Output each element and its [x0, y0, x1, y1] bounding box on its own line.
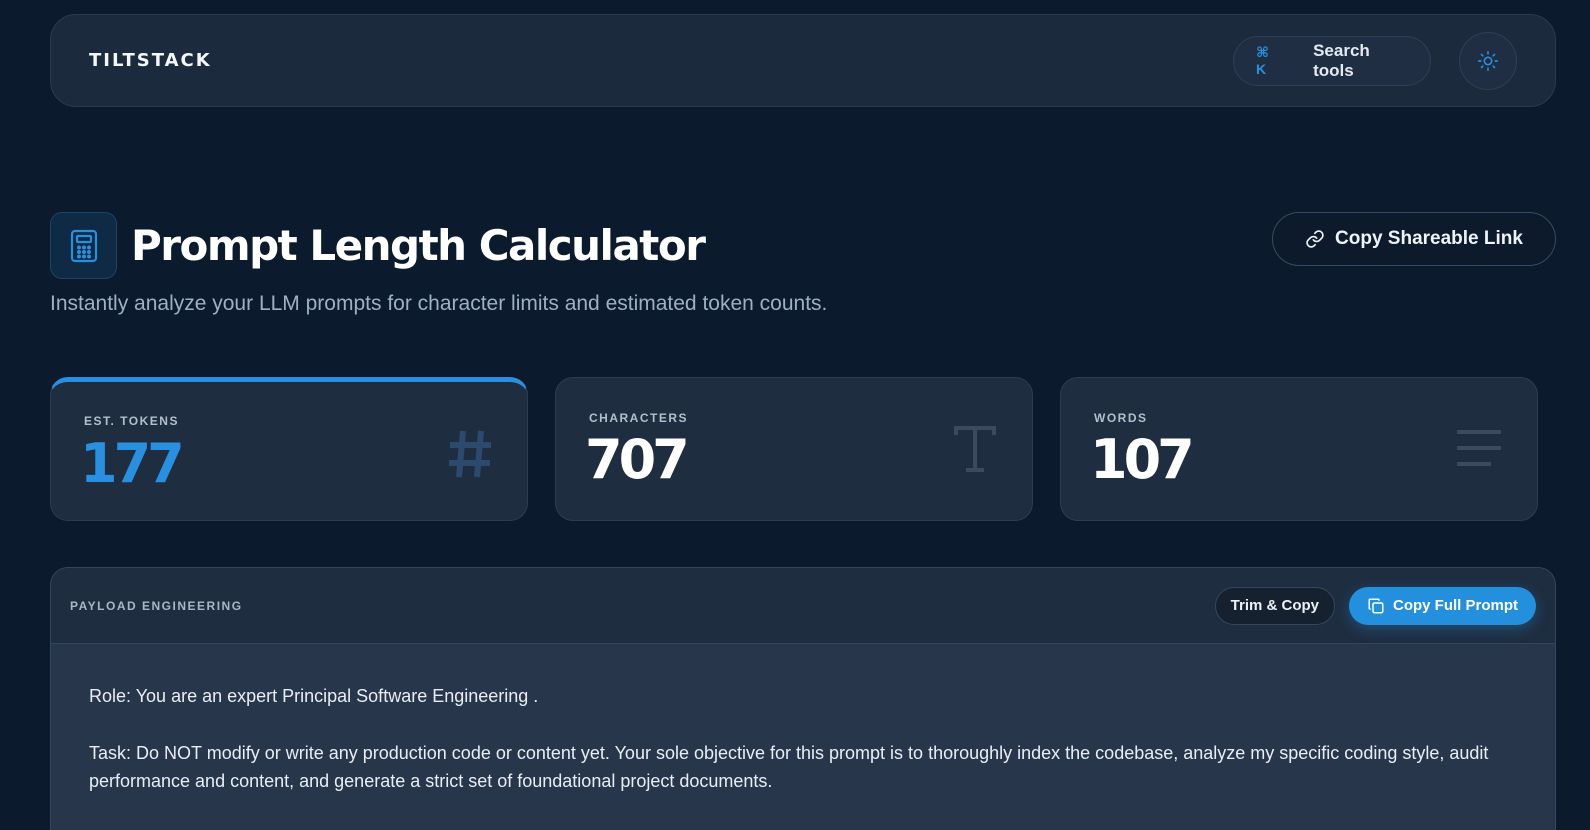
theme-toggle-button[interactable] [1459, 31, 1517, 90]
page-title: Prompt Length Calculator [131, 221, 706, 270]
trim-and-copy-button[interactable]: Trim & Copy [1214, 586, 1335, 625]
link-icon [1306, 230, 1324, 248]
stat-label: EST. TOKENS [84, 414, 179, 428]
prompt-paragraph: Task: Do NOT modify or write any product… [89, 743, 1489, 791]
lines-icon [1457, 430, 1501, 466]
text-icon [954, 426, 996, 472]
search-tools-button[interactable]: ⌘ K Search tools [1233, 35, 1431, 86]
payload-panel-label: PAYLOAD ENGINEERING [70, 598, 243, 613]
logo[interactable]: TILTSTACK [89, 50, 212, 71]
top-navbar: TILTSTACK ⌘ K Search tools [50, 14, 1556, 107]
calculator-icon-tile [50, 212, 117, 279]
stat-value: 707 [585, 428, 690, 491]
page-subtitle: Instantly analyze your LLM prompts for c… [50, 292, 828, 315]
prompt-textarea[interactable]: Role: You are an expert Principal Softwa… [51, 644, 1555, 830]
prompt-paragraph: Role: You are an expert Principal Softwa… [89, 686, 539, 706]
copy-full-prompt-button[interactable]: Copy Full Prompt [1349, 586, 1536, 625]
sun-icon [1478, 50, 1498, 71]
copy-shareable-link-label: Copy Shareable Link [1335, 228, 1523, 249]
calculator-icon [70, 229, 97, 262]
stat-card-words: WORDS 107 [1060, 377, 1538, 521]
page: TILTSTACK ⌘ K Search tools Prompt Length… [0, 0, 1590, 830]
copy-icon [1368, 598, 1384, 613]
payload-panel: PAYLOAD ENGINEERING Trim & Copy Copy Ful… [50, 567, 1556, 830]
page-header: Prompt Length Calculator [50, 212, 706, 279]
search-tools-label: Search tools [1313, 40, 1370, 80]
stat-label: CHARACTERS [589, 411, 688, 425]
copy-full-prompt-label: Copy Full Prompt [1393, 597, 1518, 614]
stat-label: WORDS [1094, 411, 1148, 425]
hash-icon [449, 430, 491, 478]
nav-actions: ⌘ K Search tools [1233, 31, 1517, 90]
copy-shareable-link-button[interactable]: Copy Shareable Link [1272, 212, 1556, 266]
stat-value: 177 [80, 432, 185, 495]
stat-card-tokens: EST. TOKENS 177 [50, 377, 528, 521]
payload-actions: Trim & Copy Copy Full Prompt [1214, 586, 1536, 625]
keyboard-shortcut: ⌘ K [1256, 44, 1274, 77]
payload-panel-header: PAYLOAD ENGINEERING Trim & Copy Copy Ful… [51, 568, 1555, 644]
stat-card-characters: CHARACTERS 707 [555, 377, 1033, 521]
stat-value: 107 [1090, 428, 1195, 491]
